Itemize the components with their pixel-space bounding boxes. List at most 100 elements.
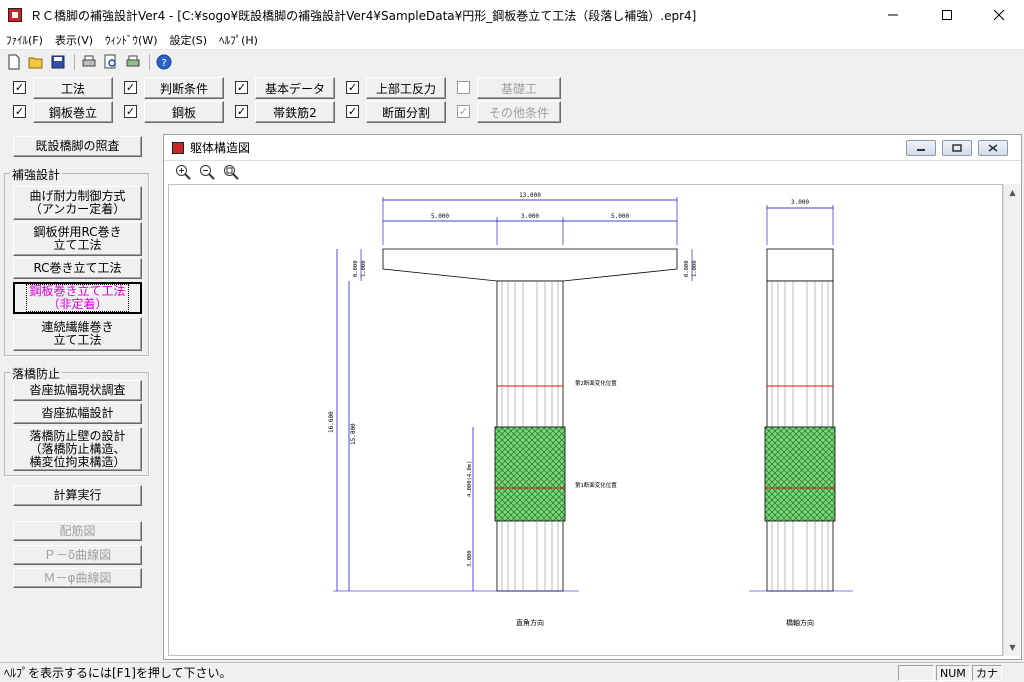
scroll-down-icon[interactable]: ▼ — [1004, 639, 1021, 656]
check-superstructure[interactable]: ✓ — [346, 81, 359, 94]
zoom-out-icon — [200, 165, 215, 180]
dim-steel-height: 4.000(4.0m) — [467, 461, 473, 497]
foundation-button[interactable]: 基礎工 — [477, 77, 561, 99]
print-preview-icon — [104, 54, 116, 69]
front-view-label: 直角方向 — [516, 618, 544, 627]
toolbar-separator — [74, 54, 75, 70]
dim-head-2: 1.000 — [361, 260, 367, 277]
svg-text:?: ? — [161, 58, 166, 69]
check-other-conditions[interactable]: ✓ — [457, 105, 470, 118]
status-panel-empty — [898, 665, 934, 681]
steel-wrap-method-focus: 鋼板巻き立て工法 （非定着） — [26, 284, 129, 312]
minimize-button[interactable] — [870, 0, 916, 30]
p-delta-curve-button[interactable]: Ｐ－δ曲線図 — [13, 545, 142, 565]
pier-head — [382, 248, 678, 282]
judgment-conditions-button[interactable]: 判断条件 — [144, 77, 224, 99]
method-button[interactable]: 工法 — [33, 77, 113, 99]
section-change-1-label: 第1断面変化位置 — [575, 481, 617, 489]
dim-column-height: 15.000 — [350, 423, 357, 445]
steel-rc-wrap-button[interactable]: 鋼板併用RC巻き 立て工法 — [13, 222, 142, 256]
menu-window[interactable]: ｳｨﾝﾄﾞｳ(W) — [99, 32, 163, 48]
status-bar: ﾍﾙﾌﾟを表示するには[F1]を押して下さい。 NUM カナ — [0, 662, 1024, 682]
application-window: ＲＣ橋脚の補強設計Ver4 - [C:¥sogo¥既設橋脚の補強設計Ver4¥S… — [0, 0, 1024, 682]
dim-head-right-1: 0.800 — [684, 260, 690, 277]
section-division-button[interactable]: 断面分割 — [366, 101, 446, 123]
save-button[interactable] — [48, 53, 68, 71]
basic-data-button[interactable]: 基本データ — [255, 77, 335, 99]
reinforcement-design-label: 補強設計 — [10, 166, 63, 183]
num-lock-indicator: NUM — [936, 665, 970, 681]
menu-settings[interactable]: 設定(S) — [164, 32, 214, 48]
zoom-fit-button[interactable] — [222, 164, 240, 180]
pier-structure-drawing: 13.000 5.000 3.000 5.000 第2断面変化位置 第1断面変化… — [328, 192, 853, 627]
front-view: 13.000 5.000 3.000 5.000 第2断面変化位置 第1断面変化… — [328, 192, 698, 627]
dim-total-width: 13.000 — [519, 192, 541, 199]
zoom-in-button[interactable] — [174, 164, 192, 180]
print-button[interactable] — [79, 53, 99, 71]
rebar-drawing-button[interactable]: 配筋図 — [13, 521, 142, 541]
scroll-up-icon[interactable]: ▲ — [1004, 184, 1021, 201]
restore-icon — [952, 144, 962, 152]
vertical-scrollbar[interactable]: ▲ ▼ — [1003, 184, 1020, 656]
maximize-button[interactable] — [924, 0, 970, 30]
check-basic-data[interactable]: ✓ — [235, 81, 248, 94]
printer-setup-icon — [126, 55, 140, 67]
rc-wrap-button[interactable]: RC巻き立て工法 — [13, 258, 142, 279]
close-icon — [988, 144, 998, 152]
title-bar: ＲＣ橋脚の補強設計Ver4 - [C:¥sogo¥既設橋脚の補強設計Ver4¥S… — [0, 0, 1024, 30]
check-judgment[interactable]: ✓ — [124, 81, 137, 94]
menu-view[interactable]: 表示(V) — [49, 32, 99, 48]
child-minimize-button[interactable] — [906, 140, 936, 156]
fall-prevention-wall-button[interactable]: 落橋防止壁の設計 （落橋防止構造、 横変位拘束構造） — [13, 427, 142, 471]
zoom-out-button[interactable] — [198, 164, 216, 180]
calculate-button[interactable]: 計算実行 — [13, 485, 142, 506]
minimize-icon — [888, 14, 898, 16]
toolbar-separator — [149, 54, 150, 70]
check-foundation[interactable] — [457, 81, 470, 94]
kana-indicator: カナ — [972, 665, 1002, 681]
printer-setup-button[interactable] — [123, 53, 143, 71]
check-hoop2[interactable]: ✓ — [235, 105, 248, 118]
print-preview-button[interactable] — [101, 53, 121, 71]
menu-file[interactable]: ﾌｧｲﾙ(F) — [0, 32, 49, 48]
app-icon[interactable] — [8, 8, 22, 22]
dim-bottom: 3.000 — [467, 550, 473, 567]
dim-mid: 3.000 — [521, 213, 539, 220]
child-window-title: 躯体構造図 — [190, 141, 251, 155]
input-row-2: ✓ 鋼板巻立 ✓ 鋼板 ✓ 帯鉄筋2 ✓ 断面分割 ✓ その他条件 — [0, 101, 600, 123]
steel-plate-button[interactable]: 鋼板 — [144, 101, 224, 123]
child-restore-button[interactable] — [942, 140, 972, 156]
open-button[interactable] — [26, 53, 46, 71]
existing-pier-check-button[interactable]: 既設橋脚の照査 — [13, 136, 142, 157]
window-title: ＲＣ橋脚の補強設計Ver4 - [C:¥sogo¥既設橋脚の補強設計Ver4¥S… — [30, 8, 697, 23]
dim-head-1: 0.800 — [353, 260, 359, 277]
m-phi-curve-button[interactable]: Ｍ－φ曲線図 — [13, 568, 142, 588]
child-close-button[interactable] — [978, 140, 1008, 156]
check-steel-plate[interactable]: ✓ — [124, 105, 137, 118]
help-button[interactable]: ? — [154, 53, 174, 71]
check-section-division[interactable]: ✓ — [346, 105, 359, 118]
other-conditions-button[interactable]: その他条件 — [477, 101, 561, 123]
section-change-2-label: 第2断面変化位置 — [575, 379, 617, 387]
side-pier-head — [766, 248, 834, 282]
bending-control-method-button[interactable]: 曲げ耐力制御方式 （アンカー定着） — [13, 186, 142, 220]
child-window-icon[interactable] — [172, 141, 184, 154]
drawing-canvas[interactable]: 13.000 5.000 3.000 5.000 第2断面変化位置 第1断面変化… — [168, 184, 1003, 656]
seat-widening-survey-button[interactable]: 沓座拡幅現状調査 — [13, 380, 142, 401]
side-view: 3.000 橋軸方向 — [749, 199, 853, 627]
continuous-fiber-wrap-button[interactable]: 連続繊維巻き 立て工法 — [13, 317, 142, 351]
menu-help[interactable]: ﾍﾙﾌﾟ(H) — [213, 32, 264, 48]
check-steel-wrap[interactable]: ✓ — [13, 105, 26, 118]
minimize-icon — [917, 149, 925, 151]
dim-head-right-2: 1.000 — [692, 260, 698, 277]
steel-wrap-method-button[interactable]: 鋼板巻き立て工法 （非定着） — [13, 282, 142, 314]
steel-wrap-button[interactable]: 鋼板巻立 — [33, 101, 113, 123]
help-icon: ? — [156, 54, 172, 70]
open-folder-icon — [28, 57, 43, 69]
close-button[interactable] — [976, 0, 1022, 30]
check-method[interactable]: ✓ — [13, 81, 26, 94]
hoop-rebar2-button[interactable]: 帯鉄筋2 — [255, 101, 335, 123]
superstructure-reaction-button[interactable]: 上部工反力 — [366, 77, 446, 99]
seat-widening-design-button[interactable]: 沓座拡幅設計 — [13, 403, 142, 424]
new-file-button[interactable] — [4, 53, 24, 71]
